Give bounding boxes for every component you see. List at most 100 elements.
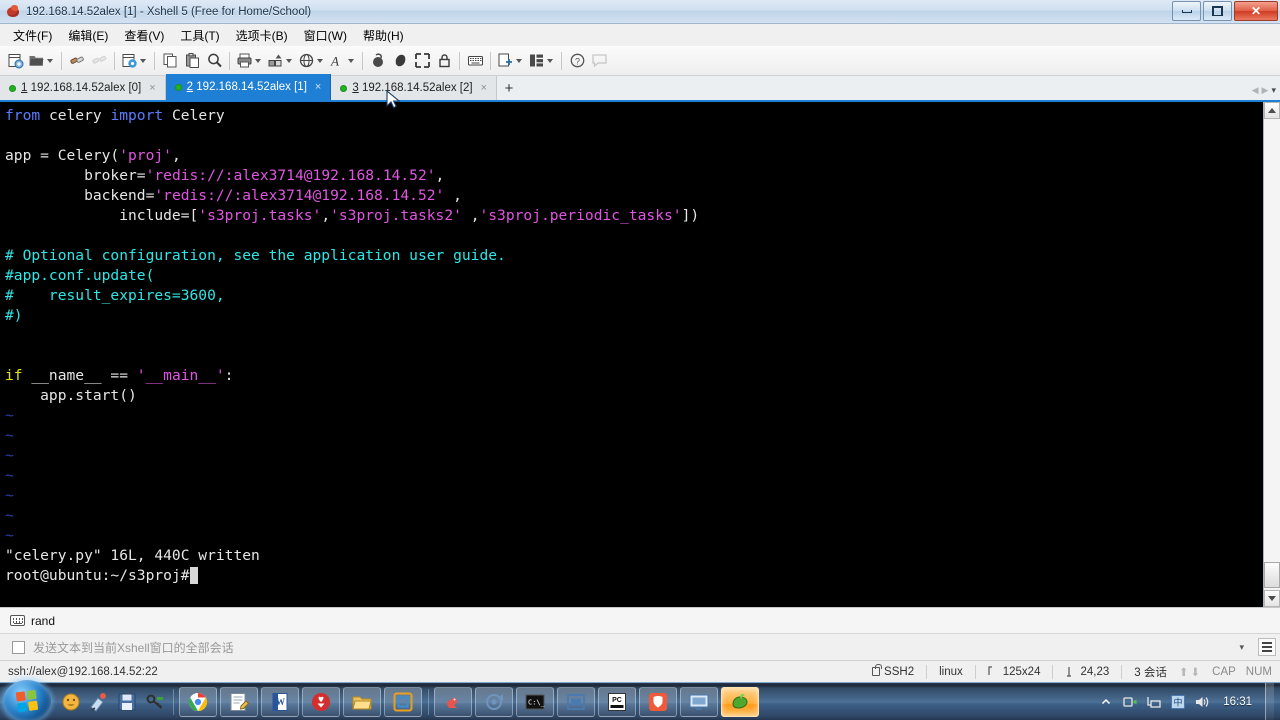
quick-command-label[interactable]: rand (31, 614, 55, 628)
taskbar-item-cmd[interactable]: C:\_ (516, 686, 554, 717)
quicklaunch-media-player[interactable] (58, 689, 84, 715)
taskbar-item-pycharm[interactable]: PC (598, 686, 636, 717)
find-button[interactable] (203, 48, 225, 74)
quicklaunch-keys[interactable] (142, 689, 168, 715)
menu-edit[interactable]: 编辑(E) (61, 25, 115, 46)
chevron-down-icon[interactable] (47, 58, 53, 63)
new-tab-button[interactable]: + (497, 76, 521, 100)
svg-text:PC: PC (612, 697, 622, 704)
toolbar-separator (490, 51, 491, 70)
send-to-all-checkbox[interactable] (12, 640, 25, 654)
tab-prev-icon[interactable]: ◀ (1252, 85, 1259, 96)
chat-button[interactable] (588, 48, 610, 74)
file-transfer-button[interactable] (265, 48, 296, 74)
scroll-down-button[interactable] (1264, 590, 1280, 607)
chevron-down-icon[interactable] (547, 58, 553, 63)
tab-close-icon[interactable]: × (312, 81, 324, 93)
tab-close-icon[interactable]: × (478, 82, 490, 94)
minimize-button[interactable] (1172, 1, 1201, 21)
chevron-down-icon[interactable] (140, 58, 146, 63)
taskbar-item-chrome[interactable] (179, 686, 217, 717)
chevron-down-icon[interactable] (286, 58, 292, 63)
log-button[interactable] (367, 48, 389, 74)
tab-next-icon[interactable]: ▶ (1262, 85, 1269, 96)
tab-session-0[interactable]: 1 192.168.14.52alex [0] × (0, 76, 166, 100)
taskbar-clock[interactable]: 16:31 (1217, 696, 1258, 708)
taskbar-item-vm[interactable] (384, 686, 422, 717)
menu-tabs[interactable]: 选项卡(B) (229, 25, 295, 46)
history-list-icon[interactable] (1258, 638, 1276, 656)
quicklaunch-save[interactable] (114, 689, 140, 715)
terminal-line: ~ (5, 506, 1263, 526)
taskbar-item-notepad[interactable] (220, 686, 258, 717)
scrollbar-track[interactable] (1264, 119, 1280, 590)
tab-bar: 1 192.168.14.52alex [0] × 2 192.168.14.5… (0, 74, 1280, 102)
taskbar-item-security[interactable] (639, 686, 677, 717)
scroll-up-button[interactable] (1264, 102, 1280, 119)
lock-button[interactable] (433, 48, 455, 74)
tab-session-1[interactable]: 2 192.168.14.52alex [1] × (165, 74, 332, 100)
terminal-line: app = Celery('proj', (5, 146, 1263, 166)
chevron-down-icon[interactable] (348, 58, 354, 63)
chevron-down-icon[interactable] (317, 58, 323, 63)
quicklaunch-paint[interactable] (86, 689, 112, 715)
taskbar-item-antivirus[interactable] (302, 686, 340, 717)
layout-button[interactable] (526, 48, 557, 74)
new-session-button[interactable] (4, 48, 26, 74)
tab-session-2[interactable]: 3 192.168.14.52alex [2] × (331, 76, 498, 100)
taskbar-item-remote[interactable] (680, 686, 718, 717)
paste-button[interactable] (181, 48, 203, 74)
tray-safely-remove-icon[interactable] (1121, 694, 1138, 711)
eject-device-icon (1123, 697, 1137, 707)
terminal-span: broker= (5, 167, 146, 184)
terminal-span: ]) (681, 207, 700, 224)
taskbar-item-window[interactable] (557, 686, 595, 717)
terminal-span: 's3proj.tasks2' (330, 207, 462, 224)
terminal-span: ~ (5, 507, 14, 524)
start-button[interactable] (3, 680, 51, 720)
tray-network-icon[interactable] (1145, 694, 1162, 711)
disconnect-button[interactable] (88, 48, 110, 74)
tab-list-dropdown-icon[interactable]: ▾ (1271, 85, 1276, 96)
add-pane-button[interactable] (495, 48, 526, 74)
tray-input-method-icon[interactable]: 中 (1169, 694, 1186, 711)
menu-window[interactable]: 窗口(W) (297, 25, 354, 46)
keyboard-button[interactable] (464, 48, 486, 74)
menu-tools[interactable]: 工具(T) (173, 25, 226, 46)
taskbar-item-word[interactable]: W (261, 686, 299, 717)
chevron-down-icon[interactable] (255, 58, 261, 63)
font-button[interactable]: A (327, 48, 358, 74)
menu-file[interactable]: 文件(F) (6, 25, 59, 46)
tab-close-icon[interactable]: × (146, 82, 158, 94)
scrollbar-thumb[interactable] (1264, 562, 1280, 588)
show-desktop-button[interactable] (1265, 683, 1274, 720)
taskbar-item-duck[interactable] (434, 686, 472, 717)
copy-button[interactable] (159, 48, 181, 74)
menu-help[interactable]: 帮助(H) (356, 25, 411, 46)
highlight-button[interactable] (389, 48, 411, 74)
connection-status: ssh://alex@192.168.14.52:22 (8, 665, 158, 678)
taskbar-item-recorder[interactable] (475, 686, 513, 717)
chevron-down-icon[interactable] (516, 58, 522, 63)
connect-button[interactable] (66, 48, 88, 74)
terminal-span: "celery.py" 16L, 440C written (5, 547, 260, 564)
tray-hidden-icons-button[interactable] (1097, 694, 1114, 711)
taskbar-item-xshell[interactable] (721, 686, 759, 717)
terminal-output[interactable]: from celery import Celery app = Celery('p… (0, 102, 1263, 607)
print-button[interactable] (234, 48, 265, 74)
restore-button[interactable] (1203, 1, 1232, 21)
menu-view[interactable]: 查看(V) (117, 25, 171, 46)
terminal-scrollbar[interactable] (1263, 102, 1280, 607)
tray-volume-icon[interactable] (1193, 694, 1210, 711)
close-button[interactable]: ✕ (1234, 1, 1278, 21)
help-button[interactable]: ? (566, 48, 588, 74)
send-history-dropdown-icon[interactable]: ▾ (1233, 642, 1250, 653)
send-text-input[interactable]: 发送文本到当前Xshell窗口的全部会话 (33, 639, 1225, 656)
web-button[interactable] (296, 48, 327, 74)
fullscreen-button[interactable] (411, 48, 433, 74)
properties-button[interactable] (119, 48, 150, 74)
open-session-button[interactable] (26, 48, 57, 74)
session-count-cell: 3 会话 (1134, 666, 1167, 679)
taskbar-item-explorer[interactable] (343, 686, 381, 717)
